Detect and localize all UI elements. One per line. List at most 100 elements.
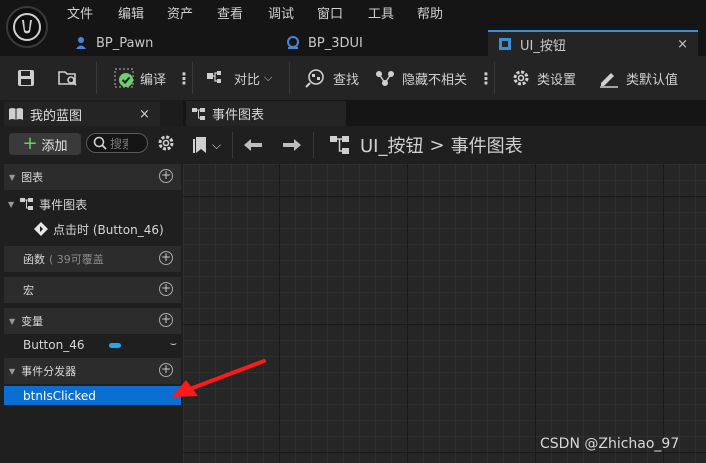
class-settings-label: 类设置 — [537, 72, 577, 88]
menu-debug[interactable]: 调试 — [268, 3, 294, 22]
add-function-icon[interactable]: + — [159, 251, 173, 265]
tab-label: BP_Pawn — [96, 35, 154, 51]
add-variable-icon[interactable]: + — [159, 313, 173, 327]
bookmark-icon — [193, 137, 206, 153]
my-blueprint-close-button[interactable]: × — [139, 102, 150, 126]
my-blueprint-tab[interactable]: 我的蓝图 — [4, 102, 160, 126]
add-graph-icon[interactable]: + — [159, 169, 173, 183]
tab-bp-3dui[interactable]: BP_3DUI — [286, 30, 363, 56]
graph-canvas[interactable] — [183, 164, 706, 463]
collapse-arrow-icon: ▼ — [9, 316, 16, 326]
class-defaults-label: 类默认值 — [626, 72, 679, 88]
tab-bp-pawn[interactable]: BP_Pawn — [74, 30, 153, 56]
compile-options-button[interactable]: ⋮ — [176, 56, 192, 100]
toolbar-separator — [192, 62, 193, 94]
variable-item-button46[interactable]: Button_46 ⌣ — [4, 334, 181, 356]
menu-asset[interactable]: 资产 — [167, 3, 193, 22]
graph-icon — [330, 136, 349, 154]
add-label: 添加 — [41, 138, 68, 154]
section-label: 事件分发器 — [21, 365, 77, 378]
annotation-arrow-icon — [172, 359, 266, 397]
tab-label: UI_按钮 — [520, 38, 566, 54]
watermark: CSDN @Zhichao_97 — [540, 436, 680, 452]
find-icon — [305, 69, 324, 88]
section-variables[interactable]: ▼ 变量 + — [4, 308, 181, 334]
section-label: 函数 — [23, 253, 45, 266]
add-macro-icon[interactable]: + — [159, 282, 173, 296]
event-node-icon — [34, 222, 48, 236]
my-blueprint-tab-label: 我的蓝图 — [30, 108, 83, 124]
header-separator — [232, 132, 233, 158]
hide-unrelated-label: 隐藏不相关 — [402, 72, 468, 88]
browse-button[interactable] — [57, 56, 85, 100]
tree-item-label: 点击时 (Button_46) — [53, 222, 164, 237]
toolbar-separator — [96, 62, 97, 94]
plus-icon: + — [22, 133, 38, 154]
toolbar-separator — [289, 62, 290, 94]
chevron-down-icon: ⌵ — [264, 71, 273, 84]
class-settings-button[interactable]: 类设置 — [511, 56, 576, 100]
compile-label: 编译 — [140, 72, 167, 88]
unreal-logo-icon[interactable] — [6, 6, 48, 48]
dispatcher-item-btnisclicked[interactable]: btnIsClicked — [4, 386, 181, 405]
breadcrumb-current: 事件图表 — [450, 136, 523, 157]
tab-close-button[interactable]: × — [677, 37, 688, 52]
save-icon — [18, 70, 34, 86]
bookmark-button[interactable]: ⌵ — [193, 136, 221, 154]
widget-blueprint-icon — [499, 38, 511, 50]
section-label: 宏 — [23, 284, 34, 297]
section-macros[interactable]: 宏 + — [4, 277, 181, 303]
breadcrumb: UI_按钮 > 事件图表 — [322, 126, 523, 164]
tab-label: BP_3DUI — [308, 35, 363, 51]
menu-edit[interactable]: 编辑 — [118, 3, 144, 22]
tree-item-label: 事件图表 — [39, 197, 88, 212]
menu-help[interactable]: 帮助 — [417, 3, 443, 22]
edit-defaults-icon — [600, 73, 618, 88]
tab-event-graph[interactable]: 事件图表 — [186, 101, 346, 126]
forward-arrow-icon[interactable] — [282, 138, 302, 152]
compile-ok-icon — [114, 68, 134, 88]
folder-search-icon — [58, 71, 77, 86]
class-defaults-button[interactable]: 类默认值 — [598, 56, 678, 100]
menu-window[interactable]: 窗口 — [317, 3, 343, 22]
visibility-eye-icon[interactable]: ⌣ — [170, 337, 177, 351]
settings-gear-icon[interactable] — [156, 133, 176, 153]
hide-unrelated-icon — [376, 71, 394, 86]
tree-item-on-clicked-event[interactable]: 点击时 (Button_46) — [4, 218, 181, 240]
book-icon — [9, 108, 23, 120]
diff-button[interactable]: 对比 ⌵ — [206, 56, 272, 100]
menu-view[interactable]: 查看 — [217, 3, 243, 22]
menu-tools[interactable]: 工具 — [368, 3, 394, 22]
find-label: 查找 — [333, 72, 360, 88]
search-input[interactable]: 搜索 — [86, 133, 148, 153]
graph-icon — [192, 107, 205, 120]
compile-button[interactable]: 编译 — [114, 56, 166, 100]
save-button[interactable] — [16, 56, 42, 100]
gear-icon — [513, 70, 529, 86]
hide-options-button[interactable]: ⋮ — [478, 56, 494, 100]
overridable-count: ( 39可覆盖 — [49, 253, 104, 266]
chevron-down-icon: ⌵ — [212, 137, 222, 152]
tree-item-event-graph[interactable]: ▼ 事件图表 — [4, 193, 181, 215]
back-arrow-icon[interactable] — [243, 138, 263, 152]
section-graphs[interactable]: ▼ 图表 + — [4, 164, 181, 190]
collapse-arrow-icon: ▼ — [9, 172, 16, 182]
pawn-icon — [76, 37, 86, 49]
find-button[interactable]: 查找 — [305, 56, 359, 100]
graph-tab-label: 事件图表 — [212, 108, 265, 123]
menu-file[interactable]: 文件 — [67, 3, 93, 22]
tab-ui-button[interactable]: UI_按钮 × — [488, 30, 698, 56]
hide-unrelated-button[interactable]: 隐藏不相关 — [374, 56, 467, 100]
breadcrumb-root[interactable]: UI_按钮 — [360, 132, 423, 158]
graph-icon — [20, 198, 34, 210]
dispatcher-label: btnIsClicked — [23, 388, 96, 403]
section-event-dispatchers[interactable]: ▼ 事件分发器 + — [4, 358, 181, 384]
collapse-arrow-icon: ▼ — [8, 199, 15, 209]
section-label: 变量 — [21, 315, 44, 328]
add-button[interactable]: + 添加 — [9, 133, 81, 155]
section-functions[interactable]: 函数 ( 39可覆盖 + — [4, 246, 181, 272]
collapse-arrow-icon: ▼ — [9, 366, 16, 376]
variable-type-pill-icon — [109, 342, 122, 348]
search-icon — [93, 136, 107, 150]
header-separator — [313, 132, 314, 158]
